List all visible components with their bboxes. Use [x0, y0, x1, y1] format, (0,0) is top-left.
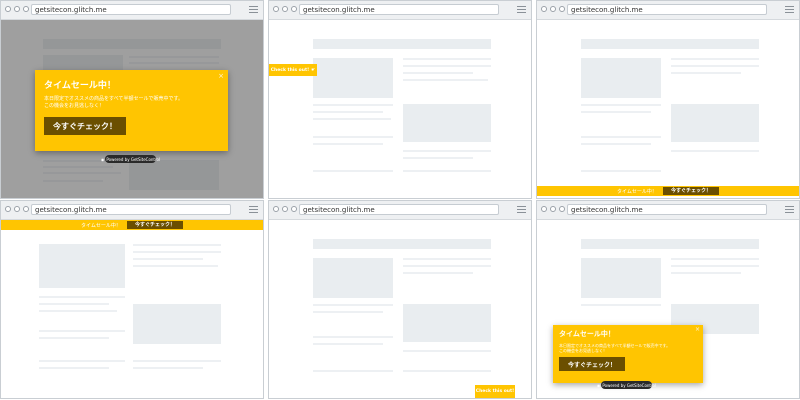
browser-chrome: getsitecon.glitch.me [269, 1, 531, 20]
hamburger-menu-icon[interactable] [517, 6, 526, 13]
chat-icon: ◉ [100, 156, 105, 162]
browser-chrome: getsitecon.glitch.me [1, 1, 263, 20]
browser-chrome: getsitecon.glitch.me [537, 1, 799, 20]
window-dot-icon[interactable] [273, 6, 279, 12]
address-bar[interactable]: getsitecon.glitch.me [31, 204, 231, 215]
hamburger-menu-icon[interactable] [785, 206, 794, 213]
window-dot-icon[interactable] [282, 206, 288, 212]
window-dot-icon[interactable] [273, 206, 279, 212]
browser-chrome: getsitecon.glitch.me [1, 201, 263, 220]
hand-icon: ☛ [311, 67, 316, 73]
browser-frame-bottom-bar: getsitecon.glitch.me タイムセール中！ 今すぐチェック！ [536, 0, 800, 199]
window-controls [273, 6, 297, 12]
page-content [269, 20, 531, 198]
hamburger-menu-icon[interactable] [249, 206, 258, 213]
address-bar[interactable]: getsitecon.glitch.me [299, 204, 499, 215]
window-dot-icon[interactable] [282, 6, 288, 12]
window-dot-icon[interactable] [5, 206, 11, 212]
page-content [1, 230, 263, 398]
window-dot-icon[interactable] [541, 206, 547, 212]
window-dot-icon[interactable] [5, 6, 11, 12]
window-dot-icon[interactable] [23, 206, 29, 212]
window-dot-icon[interactable] [23, 6, 29, 12]
slide-in-popup: × タイムセール中！ 本日限定でオススメの商品をすべて半額セールで販売中です。 … [553, 325, 703, 383]
browser-frame-slide-in: getsitecon.glitch.me × タイムセール中！ 本日限定でオスス… [536, 200, 800, 399]
powered-by-badge[interactable]: ◉ Powered by GetSiteControl [597, 381, 656, 389]
browser-frame-modal: getsitecon.glitch.me × タイムセール中！ 本日限定でオスス… [0, 0, 264, 199]
popup-message: 本日限定でオススメの商品をすべて半額セールで販売中です。 この機会をお見逃しなく… [44, 96, 183, 109]
address-bar[interactable]: getsitecon.glitch.me [567, 204, 767, 215]
close-icon[interactable]: × [218, 72, 224, 80]
browser-frame-top-bar: getsitecon.glitch.me タイムセール中！ 今すぐチェック！ [0, 200, 264, 399]
bottom-bar-cta-button[interactable]: 今すぐチェック！ [662, 187, 719, 195]
check-now-button[interactable]: 今すぐチェック！ [44, 117, 126, 135]
popup-title: タイムセール中！ [559, 330, 615, 338]
window-dot-icon[interactable] [550, 206, 556, 212]
window-dot-icon[interactable] [14, 206, 20, 212]
window-dot-icon[interactable] [291, 6, 297, 12]
window-controls [541, 206, 565, 212]
close-icon[interactable]: × [695, 326, 700, 333]
window-controls [541, 6, 565, 12]
window-controls [5, 206, 29, 212]
hamburger-menu-icon[interactable] [249, 6, 258, 13]
powered-by-badge[interactable]: ◉ Powered by GetSiteControl [101, 155, 160, 163]
browser-frame-side-tab: getsitecon.glitch.me Check this out! ☛ [268, 0, 532, 199]
bottom-bar: タイムセール中！ 今すぐチェック！ [537, 186, 799, 196]
browser-frame-corner-tab: getsitecon.glitch.me Check this out! [268, 200, 532, 399]
page-content [537, 20, 799, 198]
browser-chrome: getsitecon.glitch.me [537, 201, 799, 220]
hamburger-menu-icon[interactable] [785, 6, 794, 13]
window-dot-icon[interactable] [559, 6, 565, 12]
window-controls [5, 6, 29, 12]
side-tab[interactable]: Check this out! ☛ [269, 64, 317, 76]
window-dot-icon[interactable] [291, 206, 297, 212]
window-controls [273, 206, 297, 212]
hamburger-menu-icon[interactable] [517, 206, 526, 213]
window-dot-icon[interactable] [550, 6, 556, 12]
page-content [269, 220, 531, 398]
browser-chrome: getsitecon.glitch.me [269, 201, 531, 220]
top-bar-cta-button[interactable]: 今すぐチェック！ [126, 221, 183, 229]
address-bar[interactable]: getsitecon.glitch.me [31, 4, 231, 15]
popup-message: 本日限定でオススメの商品をすべて半額セールで販売中です。 この機会をお見逃しなく… [559, 343, 671, 354]
check-now-button[interactable]: 今すぐチェック！ [559, 357, 625, 371]
window-dot-icon[interactable] [14, 6, 20, 12]
popup-title: タイムセール中！ [44, 81, 116, 91]
modal-popup: × タイムセール中！ 本日限定でオススメの商品をすべて半額セールで販売中です。 … [35, 70, 228, 151]
address-bar[interactable]: getsitecon.glitch.me [567, 4, 767, 15]
corner-tab[interactable]: Check this out! [475, 385, 515, 398]
chat-icon: ◉ [596, 382, 601, 388]
window-dot-icon[interactable] [541, 6, 547, 12]
top-bar: タイムセール中！ 今すぐチェック！ [1, 220, 263, 230]
address-bar[interactable]: getsitecon.glitch.me [299, 4, 499, 15]
window-dot-icon[interactable] [559, 206, 565, 212]
